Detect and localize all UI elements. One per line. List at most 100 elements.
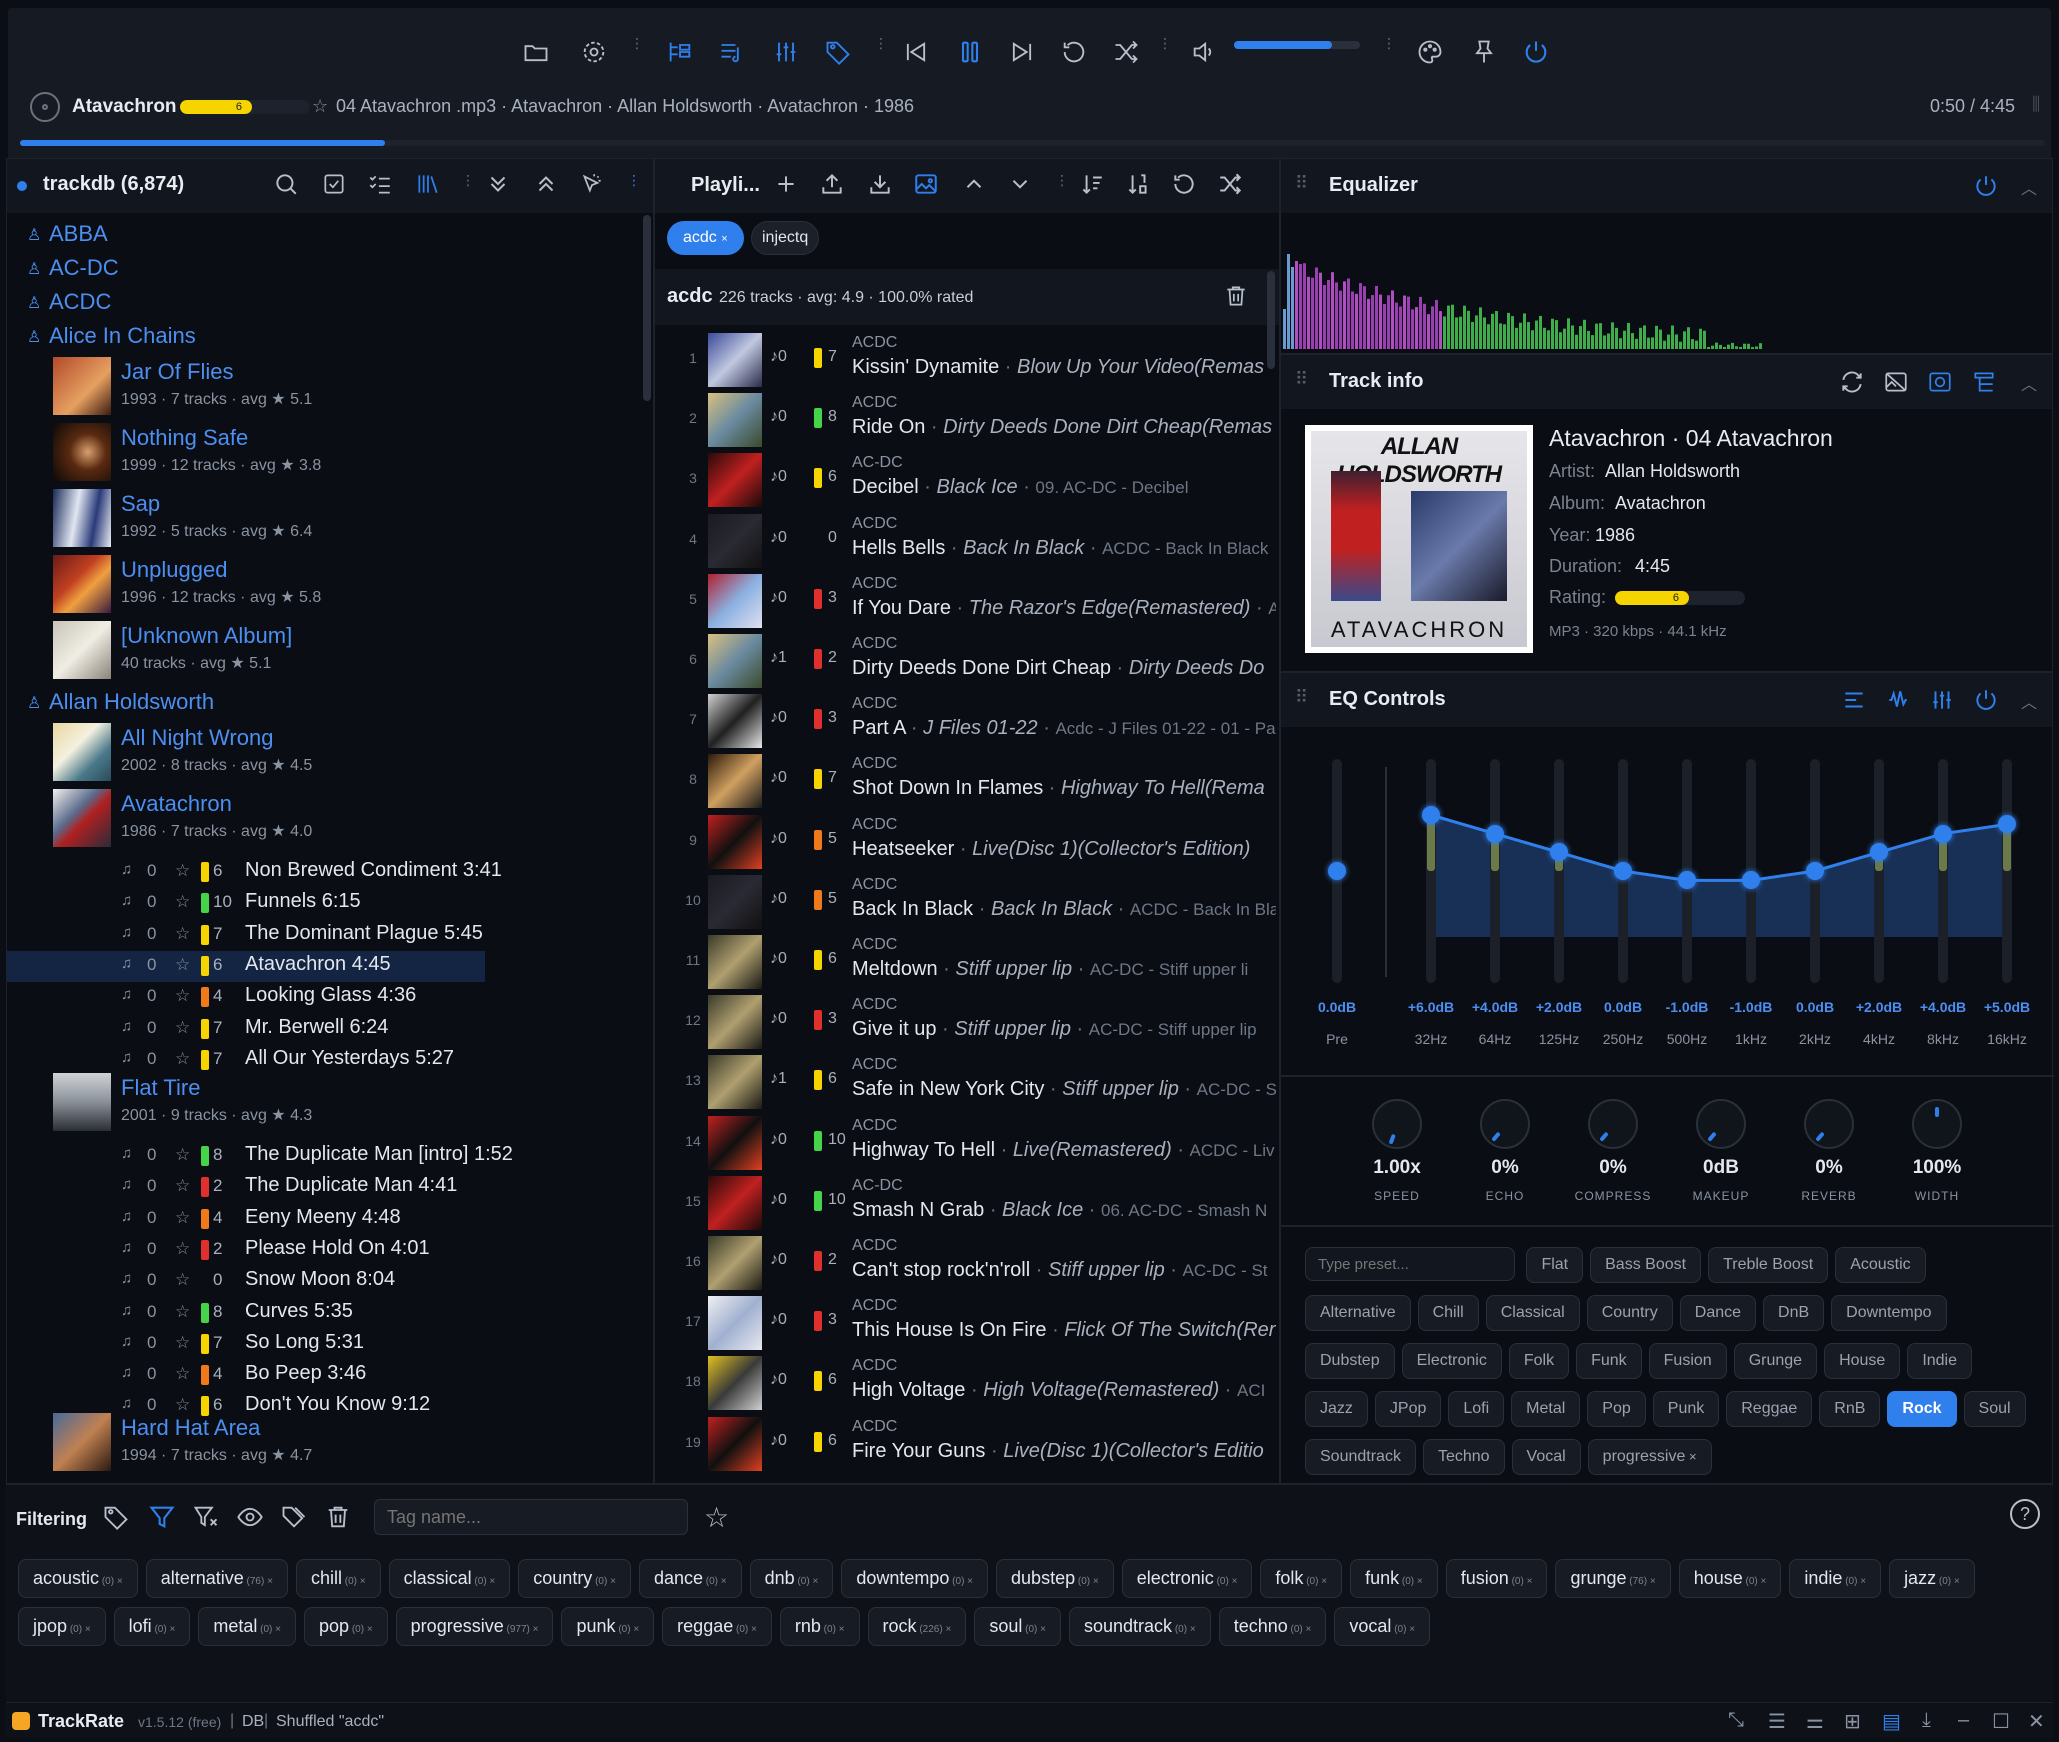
track-row[interactable]: ♫ 0 ☆ 7 Mr. Berwell 6:24 bbox=[15, 1014, 645, 1045]
refresh-icon[interactable] bbox=[1171, 171, 1197, 197]
tag-chip[interactable]: alternative (76) × bbox=[145, 1559, 288, 1598]
tag-chip[interactable]: grunge (76) × bbox=[1555, 1559, 1671, 1598]
preset-chip[interactable]: Downtempo bbox=[1831, 1295, 1947, 1331]
library-books-icon[interactable] bbox=[415, 171, 441, 197]
playlist-row[interactable]: 8 ♪0 7 ACDC Shot Down In Flames · Highway To… bbox=[656, 751, 1278, 811]
remove-tag-icon[interactable]: × bbox=[114, 1576, 123, 1587]
track-row[interactable]: ♫ 0 ☆ 10 Funnels 6:15 bbox=[15, 888, 645, 919]
collapse-chevron-icon[interactable]: ︿ bbox=[2021, 371, 2037, 395]
remove-tag-icon[interactable]: × bbox=[810, 1576, 818, 1587]
palette-icon[interactable] bbox=[1412, 34, 1448, 70]
remove-tag-icon[interactable]: × bbox=[631, 1624, 639, 1635]
drag-handle-icon[interactable]: ⠿ bbox=[1295, 173, 1308, 194]
remove-tag-icon[interactable]: × bbox=[943, 1624, 951, 1635]
tag-chip[interactable]: downtempo (0) × bbox=[841, 1559, 989, 1598]
artist-item[interactable]: ACDC bbox=[49, 289, 111, 315]
favorite-star-icon[interactable]: ☆ bbox=[175, 924, 190, 944]
playlist-row[interactable]: 9 ♪0 5 ACDC Heatseeker · Live(Disc 1)(Collec… bbox=[656, 812, 1278, 872]
track-row[interactable]: ♫ 0 ☆ 6 Non Brewed Condiment 3:41 bbox=[15, 857, 645, 888]
remove-tag-icon[interactable]: × bbox=[1187, 1624, 1196, 1635]
preset-chip[interactable]: Chill bbox=[1417, 1295, 1479, 1331]
favorite-star-icon[interactable]: ☆ bbox=[175, 986, 190, 1006]
tag-chip[interactable]: techno (0) × bbox=[1218, 1607, 1327, 1646]
export-upload-icon[interactable] bbox=[819, 171, 845, 197]
remove-tag-icon[interactable]: × bbox=[1229, 1576, 1238, 1587]
preset-chip[interactable]: RnB bbox=[1819, 1391, 1881, 1427]
playlist-row[interactable]: 16 ♪0 2 ACDC Can't stop rock'n'roll · Stiff … bbox=[656, 1233, 1278, 1293]
track-row[interactable]: ♫ 0 ☆ 8 Curves 5:35 bbox=[15, 1298, 645, 1329]
track-rating[interactable]: 6 bbox=[1615, 591, 1745, 605]
playlist-row[interactable]: 5 ♪0 3 ACDC If You Dare · The Razor's Edge(R… bbox=[656, 571, 1278, 631]
playlist-row[interactable]: 19 ♪0 6 ACDC Fire Your Guns · Live(Disc 1)(C… bbox=[656, 1414, 1278, 1474]
next-track-icon[interactable] bbox=[1004, 34, 1040, 70]
now-playing-rating[interactable]: 6 bbox=[180, 100, 310, 114]
tag-chip[interactable]: classical (0) × bbox=[388, 1559, 511, 1598]
remove-tag-icon[interactable]: × bbox=[357, 1576, 366, 1587]
shuffle-icon[interactable] bbox=[1217, 171, 1243, 197]
favorite-star-icon[interactable]: ☆ bbox=[175, 1176, 190, 1196]
preset-chip[interactable]: Flat bbox=[1526, 1247, 1584, 1283]
remove-tag-icon[interactable]: × bbox=[1090, 1576, 1099, 1587]
tag-chip[interactable]: soundtrack (0) × bbox=[1068, 1607, 1211, 1646]
custom-preset-chip[interactable]: progressive × bbox=[1587, 1439, 1712, 1475]
remove-tag-icon[interactable]: × bbox=[1414, 1576, 1423, 1587]
tag-chip[interactable]: jazz (0) × bbox=[1889, 1559, 1975, 1598]
repeat-icon[interactable] bbox=[1056, 34, 1092, 70]
preset-chip[interactable]: Pop bbox=[1587, 1391, 1646, 1427]
remove-tag-icon[interactable]: × bbox=[1524, 1576, 1533, 1587]
settings-gear-icon[interactable] bbox=[576, 34, 612, 70]
preset-chip[interactable]: Punk bbox=[1652, 1391, 1720, 1427]
preset-chip[interactable]: JPop bbox=[1374, 1391, 1442, 1427]
tag-chip[interactable]: jpop (0) × bbox=[18, 1607, 106, 1646]
preset-chip[interactable]: Techno bbox=[1422, 1439, 1505, 1475]
eq-band-handle[interactable] bbox=[1806, 862, 1824, 880]
playlist-row[interactable]: 4 ♪0 0 ACDC Hells Bells · Back In Black · AC… bbox=[656, 511, 1278, 571]
playlist-icon[interactable]: ☰ bbox=[1768, 1709, 1786, 1734]
tag-chip[interactable]: country (0) × bbox=[518, 1559, 631, 1598]
effect-knob[interactable] bbox=[1912, 1099, 1962, 1149]
collapse-chevron-icon[interactable]: ︿ bbox=[2021, 175, 2037, 199]
eq-band-handle[interactable] bbox=[1486, 824, 1504, 843]
track-row[interactable]: ♫ 0 ☆ 4 Bo Peep 3:46 bbox=[15, 1360, 645, 1391]
volume-slider[interactable] bbox=[1234, 41, 1360, 49]
preset-chip[interactable]: Alternative bbox=[1305, 1295, 1411, 1331]
tag-icon[interactable] bbox=[820, 34, 856, 70]
tag-chip[interactable]: acoustic (0) × bbox=[18, 1559, 138, 1598]
preset-chip[interactable]: House bbox=[1824, 1343, 1901, 1379]
eq-band-handle[interactable] bbox=[1328, 862, 1346, 880]
favorite-star-icon[interactable]: ☆ bbox=[312, 96, 328, 117]
eq-band-slider[interactable] bbox=[1938, 759, 1948, 983]
preset-chip[interactable]: Vocal bbox=[1511, 1439, 1581, 1475]
tag-chip[interactable]: rnb (0) × bbox=[779, 1607, 860, 1646]
playlist-row[interactable]: 17 ♪0 3 ACDC This House Is On Fire · Flick O… bbox=[656, 1293, 1278, 1353]
waveform-icon[interactable] bbox=[1885, 687, 1911, 713]
clear-filter-icon[interactable] bbox=[192, 1503, 220, 1531]
preset-chip[interactable]: Classical bbox=[1485, 1295, 1580, 1331]
preset-chip[interactable]: Lofi bbox=[1448, 1391, 1505, 1427]
preset-chip[interactable]: Dance bbox=[1679, 1295, 1757, 1331]
eq-band-handle[interactable] bbox=[1934, 824, 1952, 843]
tag-chip[interactable]: vocal (0) × bbox=[1334, 1607, 1431, 1646]
preset-chip[interactable]: Fusion bbox=[1648, 1343, 1727, 1379]
remove-tag-icon[interactable]: × bbox=[964, 1576, 973, 1587]
remove-tag-icon[interactable]: × bbox=[1303, 1624, 1312, 1635]
minimize-player-icon[interactable]: ⤡ bbox=[1728, 1709, 1744, 1732]
preset-chip[interactable]: Treble Boost bbox=[1708, 1247, 1829, 1283]
sort-descending-icon[interactable] bbox=[1079, 171, 1105, 197]
folder-open-icon[interactable] bbox=[518, 34, 554, 70]
tag-chip[interactable]: chill (0) × bbox=[295, 1559, 381, 1598]
sync-icon[interactable] bbox=[1839, 369, 1865, 395]
playback-progress[interactable] bbox=[20, 140, 2045, 146]
tags-icon[interactable] bbox=[280, 1503, 308, 1531]
remove-tag-icon[interactable]: × bbox=[748, 1624, 757, 1635]
preset-chip[interactable]: Electronic bbox=[1401, 1343, 1502, 1379]
remove-tag-icon[interactable]: × bbox=[1406, 1624, 1415, 1635]
track-row[interactable]: ♫ 0 ☆ 2 Please Hold On 4:01 bbox=[15, 1235, 645, 1266]
favorite-star-icon[interactable]: ☆ bbox=[175, 1302, 190, 1322]
search-icon[interactable] bbox=[273, 171, 299, 197]
tag-chip[interactable]: dance (0) × bbox=[638, 1559, 742, 1598]
tag-name-input[interactable] bbox=[374, 1499, 688, 1535]
track-row[interactable]: ♫ 0 ☆ 8 The Duplicate Man [intro] 1:52 bbox=[15, 1141, 645, 1172]
move-down-icon[interactable] bbox=[1007, 171, 1033, 197]
preset-chip[interactable]: Country bbox=[1586, 1295, 1673, 1331]
